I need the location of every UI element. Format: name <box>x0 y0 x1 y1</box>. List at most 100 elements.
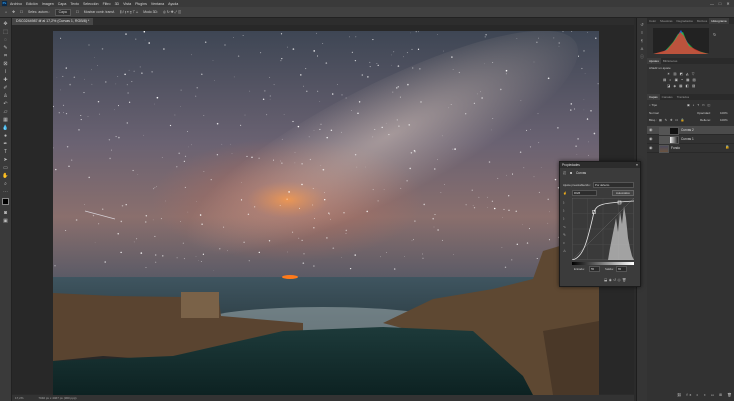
blend-mode-dropdown[interactable]: Normal <box>649 111 659 115</box>
adjustment-icons-row3[interactable]: ◪ ◈ ▩ ◧ ▨ <box>667 84 696 88</box>
dodge-tool-icon[interactable]: ● <box>2 133 9 140</box>
tab-patterns[interactable]: Motivos <box>695 18 709 24</box>
layer-name[interactable]: Fondo <box>671 144 680 152</box>
pointer-icon[interactable]: ☝ <box>563 191 567 195</box>
more-tools-icon[interactable]: ⋯ <box>2 189 9 196</box>
eraser-tool-icon[interactable]: ▱ <box>2 109 9 116</box>
menu-item-capa[interactable]: Capa <box>58 2 67 6</box>
warning-icon[interactable]: ⚠ <box>563 247 566 255</box>
zoom-level[interactable]: 17,2% <box>15 396 24 400</box>
layer-row-curvas-1[interactable]: ◉ Curvas 1 <box>647 135 734 144</box>
menu-item-ayuda[interactable]: Ayuda <box>168 2 178 6</box>
panel-menu-icon[interactable]: ≡ <box>636 162 638 168</box>
lock-icons[interactable]: ▦ ✎ ✥ ⊡ 🔒 <box>659 118 685 122</box>
quick-mask-icon[interactable]: ◙ <box>2 210 9 217</box>
tab-channels[interactable]: Canales <box>660 94 675 100</box>
brush-tool-icon[interactable]: ✐ <box>2 85 9 92</box>
menu-item-ventana[interactable]: Ventana <box>151 2 164 6</box>
tab-paths[interactable]: Trazados <box>675 94 691 100</box>
frame-tool-icon[interactable]: ⊠ <box>2 61 9 68</box>
move-tool-icon[interactable]: ✥ <box>2 21 9 28</box>
adjustment-icons-row1[interactable]: ☀ ▥ ◩ ◭ ▽ <box>667 72 696 76</box>
menu-item-imagen[interactable]: Imagen <box>42 2 54 6</box>
mode-3d-icons[interactable]: ◎ ↻ ✥ ⤢ ◫ <box>163 10 181 14</box>
move-tool-icon[interactable]: ✥ <box>12 10 15 14</box>
marquee-tool-icon[interactable]: ⬚ <box>2 29 9 36</box>
smooth-curve-icon[interactable]: ≈ <box>563 239 566 247</box>
auto-select-checkbox[interactable]: ☐ <box>20 10 23 14</box>
visibility-eye-icon[interactable]: ◉ <box>649 127 653 132</box>
hand-tool-icon[interactable]: ✋ <box>2 173 9 180</box>
maximize-button[interactable]: □ <box>716 0 724 7</box>
properties-panel[interactable]: Propiedades ≡ ◰ ◙ Curvas Ajuste preestab… <box>559 161 641 287</box>
visibility-eye-icon[interactable]: ◉ <box>649 136 653 141</box>
auto-button[interactable]: Automático <box>612 190 634 196</box>
properties-header[interactable]: Propiedades ≡ <box>560 162 640 168</box>
tab-color[interactable]: Color <box>647 18 658 24</box>
home-icon[interactable]: ⌂ <box>5 10 7 14</box>
photoshop-logo[interactable]: Ps <box>2 1 7 6</box>
draw-curve-icon[interactable]: ✎ <box>563 231 566 239</box>
tab-swatches[interactable]: Muestras <box>658 18 674 24</box>
fill-value[interactable]: 100% <box>720 118 728 122</box>
sample-white-eyedropper-icon[interactable]: ⌇ <box>563 215 566 223</box>
menu-item-texto[interactable]: Texto <box>70 2 79 6</box>
layer-mask-thumbnail[interactable] <box>669 136 679 144</box>
tab-layers[interactable]: Capas <box>647 94 660 100</box>
preset-dropdown[interactable]: Por defecto <box>593 182 634 188</box>
tab-adjustments[interactable]: Ajustes <box>647 58 661 64</box>
layer-row-curvas-2[interactable]: ◉ Curvas 2 <box>647 126 734 135</box>
curves-graph[interactable] <box>572 198 634 260</box>
clone-stamp-icon[interactable]: ♙ <box>2 93 9 100</box>
lock-icon[interactable]: 🔒 <box>725 145 729 149</box>
path-select-tool-icon[interactable]: ➤ <box>2 157 9 164</box>
eyedropper-tool-icon[interactable]: ⌇ <box>2 69 9 76</box>
tab-libraries[interactable]: Bibliotecas <box>661 58 680 64</box>
tab-histogram[interactable]: Histograma <box>709 18 729 24</box>
sample-black-eyedropper-icon[interactable]: ⌇ <box>563 199 566 207</box>
sample-gray-eyedropper-icon[interactable]: ⌇ <box>563 207 566 215</box>
tab-gradients[interactable]: Degradados <box>675 18 695 24</box>
layer-name[interactable]: Curvas 1 <box>681 135 694 143</box>
paragraph-icon[interactable]: ¶ <box>639 38 645 44</box>
menu-item-archivo[interactable]: Archivo <box>10 2 22 6</box>
layer-row-fondo[interactable]: ◉ Fondo 🔒 <box>647 144 734 153</box>
layer-mask-thumbnail[interactable] <box>669 127 679 135</box>
input-value-field[interactable]: 55 <box>589 266 600 272</box>
refresh-icon[interactable]: ↻ <box>713 32 721 38</box>
menu-item-filtro[interactable]: Filtro <box>103 2 111 6</box>
menu-item-vista[interactable]: Vista <box>123 2 131 6</box>
menu-item-seleccion[interactable]: Selección <box>83 2 99 6</box>
shape-tool-icon[interactable]: ▭ <box>2 165 9 172</box>
lasso-tool-icon[interactable]: ◌ <box>2 37 9 44</box>
zoom-tool-icon[interactable]: ⌕ <box>2 181 9 188</box>
healing-brush-icon[interactable]: ✚ <box>2 77 9 84</box>
gradient-tool-icon[interactable]: ▦ <box>2 117 9 124</box>
history-icon[interactable]: ↺ <box>639 22 645 28</box>
auto-select-target-dropdown[interactable]: Capa <box>54 8 71 16</box>
minimize-button[interactable]: — <box>708 0 716 7</box>
edit-points-icon[interactable]: ∿ <box>563 223 566 231</box>
opacity-value[interactable]: 100% <box>720 111 728 115</box>
info-icon[interactable]: ⓘ <box>639 54 645 60</box>
properties-panel-icon[interactable]: ≡ <box>639 30 645 36</box>
type-tool-icon[interactable]: T <box>2 149 9 156</box>
history-brush-icon[interactable]: ↶ <box>2 101 9 108</box>
pen-tool-icon[interactable]: ✒ <box>2 141 9 148</box>
delete-icon[interactable]: 🗑 <box>622 278 628 282</box>
document-tab[interactable]: DSC0244987.tif al 17,2% (Curvas 1, RGB/8… <box>12 18 94 25</box>
show-transform-checkbox[interactable]: ☐ <box>76 10 79 14</box>
menu-item-3d[interactable]: 3D <box>115 2 120 6</box>
layers-filter[interactable]: ⌕ Tipo <box>649 103 657 107</box>
blur-tool-icon[interactable]: 💧 <box>2 125 9 132</box>
menu-item-plugins[interactable]: Plugins <box>135 2 147 6</box>
menu-item-edicion[interactable]: Edición <box>26 2 38 6</box>
layer-name[interactable]: Curvas 2 <box>681 126 694 134</box>
adjustment-icons-row2[interactable]: ▤ ◐ ▣ ◓ ▦ ▧ <box>663 78 697 82</box>
layer-filter-icons[interactable]: ▣ ◐ T ▭ ◫ <box>687 103 711 107</box>
channel-dropdown[interactable]: RGB <box>572 190 597 196</box>
screen-mode-icon[interactable]: ▣ <box>2 218 9 225</box>
visibility-eye-icon[interactable]: ◉ <box>649 145 653 150</box>
close-window-button[interactable]: ✕ <box>724 0 732 7</box>
align-icons[interactable]: ⫼ ⫽ ⫾ ≡ ≣ ⊤ ⊥ <box>120 10 138 14</box>
